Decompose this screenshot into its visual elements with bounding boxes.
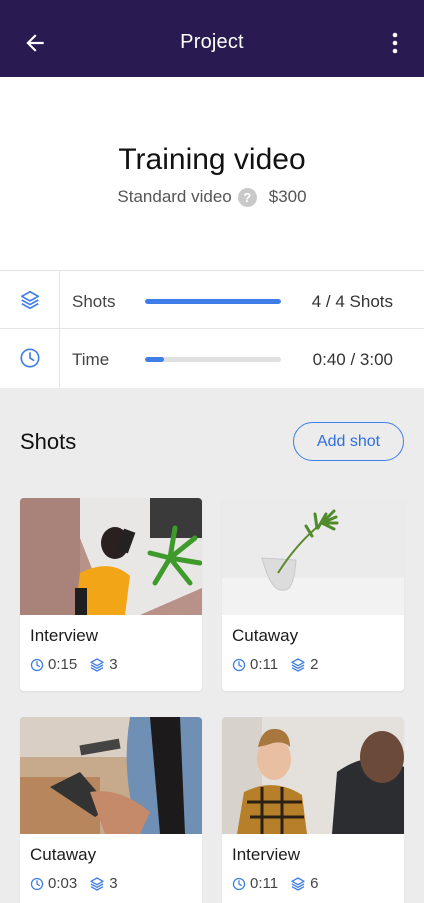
stat-shots-value: 4 / 4 Shots <box>311 292 393 311</box>
layers-icon <box>90 876 104 891</box>
shot-thumbnail <box>222 498 404 615</box>
clock-icon <box>30 877 44 890</box>
shot-duration: 0:03 <box>48 875 78 892</box>
clock-icon <box>30 658 44 671</box>
shot-card[interactable]: Interview 0:15 3 <box>20 498 202 691</box>
project-price: $300 <box>268 187 307 206</box>
shot-meta: 0:11 2 <box>232 656 318 673</box>
project-type: Standard video <box>117 187 232 206</box>
shot-card[interactable]: Cutaway 0:03 3 <box>20 717 202 903</box>
layers-icon <box>291 876 305 891</box>
add-shot-button[interactable]: Add shot <box>293 422 404 461</box>
more-vert-icon[interactable] <box>390 32 400 54</box>
help-icon[interactable]: ? <box>237 187 257 207</box>
project-name: Training video <box>118 143 306 176</box>
shot-title: Cutaway <box>30 845 97 864</box>
shot-meta: 0:15 3 <box>30 656 118 673</box>
shot-layers: 2 <box>310 656 319 673</box>
clock-icon <box>232 658 246 671</box>
shot-meta: 0:03 3 <box>30 875 118 892</box>
project-meta: Standard video ? $300 <box>0 187 424 207</box>
stat-shots: Shots 4 / 4 Shots <box>0 271 424 329</box>
clock-icon <box>0 329 60 387</box>
stat-time-value: 0:40 / 3:00 <box>312 350 393 369</box>
clock-icon <box>232 877 246 890</box>
arrow-back-icon[interactable] <box>22 30 48 56</box>
page-title: Project <box>180 31 244 53</box>
stat-shots-label: Shots <box>72 292 116 311</box>
project-header: Training video Standard video ? $300 <box>0 77 424 270</box>
time-progress-fill <box>145 357 165 362</box>
stat-time: Time 0:40 / 3:00 <box>0 329 424 387</box>
shot-thumbnail <box>222 717 404 834</box>
shots-progress-bar <box>145 299 281 304</box>
layers-icon <box>291 657 305 672</box>
shot-duration: 0:11 <box>250 656 279 673</box>
project-stats: Shots 4 / 4 Shots Time 0:40 / 3:00 <box>0 270 424 388</box>
shots-section-title: Shots <box>20 429 77 454</box>
layers-icon <box>90 657 104 672</box>
shot-title: Interview <box>232 845 301 864</box>
shot-layers: 6 <box>310 875 319 892</box>
time-progress-bar <box>145 357 281 362</box>
shot-meta: 0:11 6 <box>232 875 318 892</box>
shot-duration: 0:15 <box>48 656 78 673</box>
app-bar: Project <box>0 0 424 77</box>
shots-progress-fill <box>145 299 281 304</box>
shot-title: Cutaway <box>232 626 299 645</box>
shot-duration: 0:11 <box>250 875 279 892</box>
shot-thumbnail <box>20 498 202 615</box>
stat-time-label: Time <box>72 350 110 369</box>
shot-layers: 3 <box>109 656 118 673</box>
shot-card[interactable]: Cutaway 0:11 2 <box>222 498 404 691</box>
shot-title: Interview <box>30 626 99 645</box>
shot-layers: 3 <box>109 875 118 892</box>
shot-card[interactable]: Interview 0:11 6 <box>222 717 404 903</box>
shot-thumbnail <box>20 717 202 834</box>
layers-icon <box>0 271 60 329</box>
